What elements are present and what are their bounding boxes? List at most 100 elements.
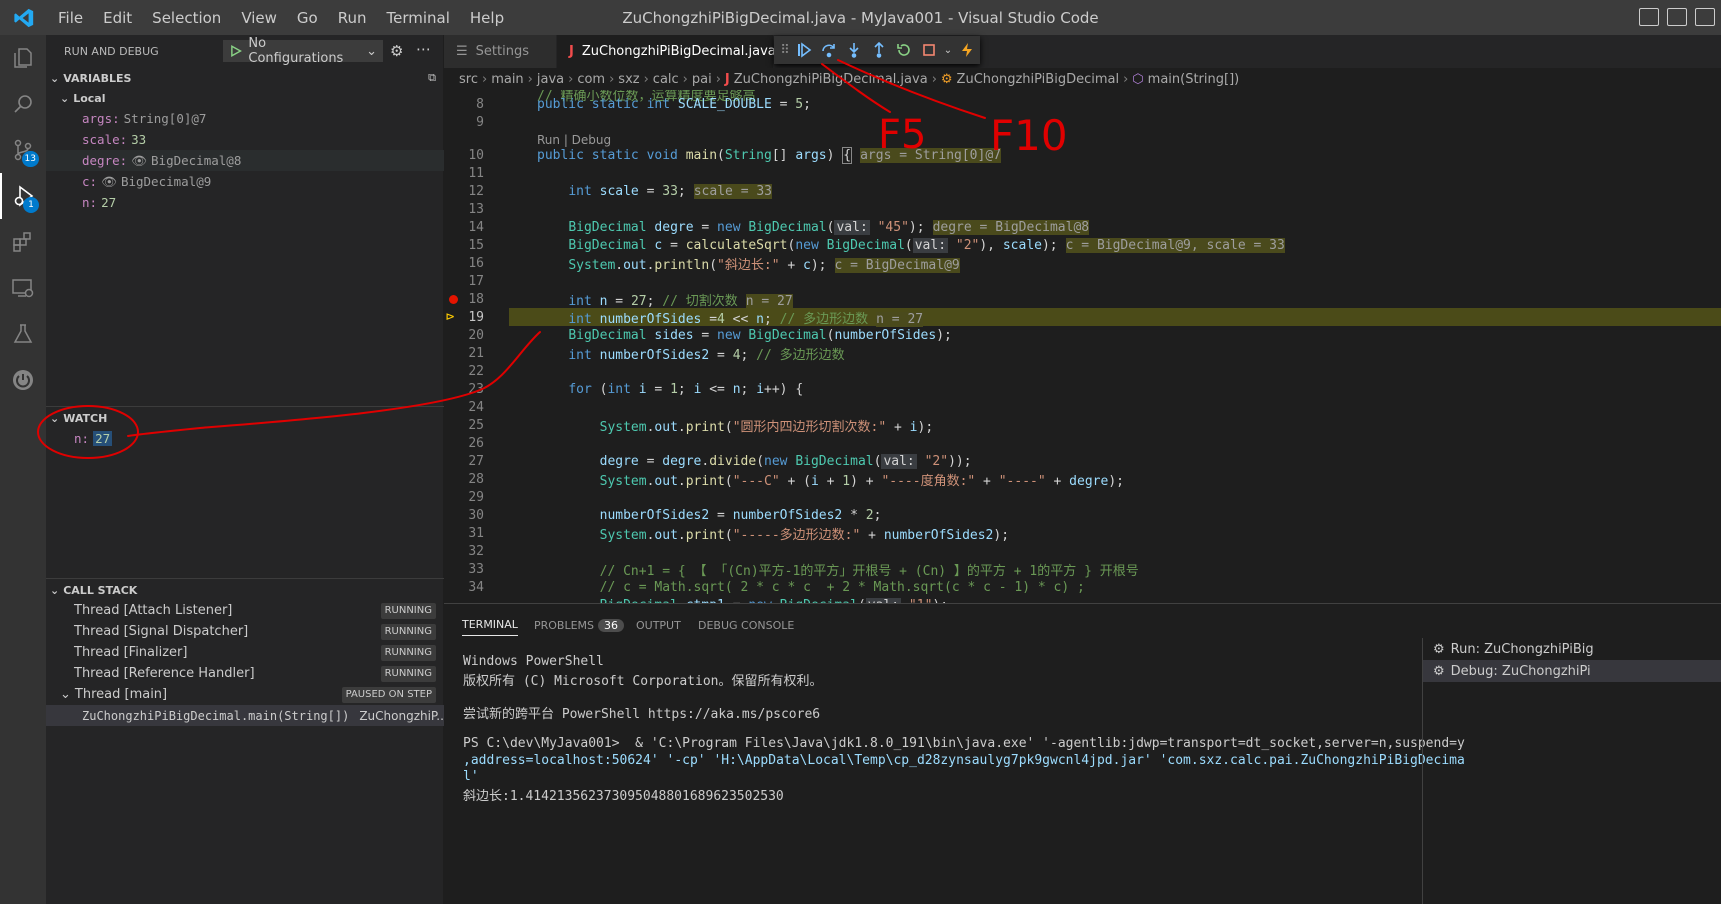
tab-terminal[interactable]: TERMINAL [462, 614, 518, 636]
line-number: 11 [468, 165, 484, 181]
code-line: 22 [444, 362, 1721, 380]
breadcrumb-item[interactable]: main(String[]) [1148, 72, 1240, 87]
toggle-sidebar-icon[interactable] [1639, 8, 1659, 26]
testing-icon[interactable] [0, 311, 46, 357]
toggle-panel-icon[interactable] [1667, 8, 1687, 26]
breadcrumb-item[interactable]: calc [653, 72, 679, 87]
stack-frame-row[interactable]: ZuChongzhiPiBigDecimal.main(String[]) Zu… [46, 705, 448, 726]
breadcrumb-separator-icon: › [527, 71, 533, 87]
watch-expression[interactable]: n: 27 [46, 428, 444, 449]
tab-debug-console[interactable]: DEBUG CONSOLE [698, 614, 794, 636]
breadcrumb-item[interactable]: sxz [618, 72, 639, 87]
variable-row[interactable]: degre: 👁 BigDecimal@8 [46, 150, 444, 171]
drag-handle-icon[interactable]: ⠿ [780, 39, 790, 61]
launch-config-select[interactable]: No Configurations ⌄ [223, 36, 383, 66]
thread-state-badge: RUNNING [380, 623, 436, 640]
breadcrumb-item[interactable]: main [491, 72, 523, 87]
menu-run[interactable]: Run [328, 9, 377, 27]
thread-state-badge: RUNNING [380, 602, 436, 619]
terminal-line: 尝试新的跨平台 PowerShell https://aka.ms/pscore… [463, 707, 821, 722]
bottom-panel: TERMINAL PROBLEMS 36 OUTPUT DEBUG CONSOLE… [444, 603, 1721, 904]
breadcrumb-item[interactable]: com [577, 72, 605, 87]
line-number: 25 [468, 417, 484, 433]
remote-explorer-icon[interactable] [0, 265, 46, 311]
breadcrumb-item[interactable]: ZuChongzhiPiBigDecimal [957, 72, 1120, 87]
line-number: 33 [468, 561, 484, 577]
thread-name: Thread [Reference Handler] [74, 666, 255, 681]
thread-row[interactable]: Thread [Finalizer] RUNNING [46, 642, 444, 663]
restart-icon[interactable] [893, 39, 915, 61]
source-control-icon[interactable]: 13 [0, 127, 46, 173]
start-debug-icon[interactable] [229, 44, 242, 58]
extensions-icon[interactable] [0, 219, 46, 265]
vscode-logo-icon [0, 7, 48, 29]
terminal-item-run[interactable]: ⚙ Run: ZuChongzhiPiBig [1423, 638, 1721, 660]
menu-view[interactable]: View [231, 9, 287, 27]
step-out-icon[interactable] [868, 39, 890, 61]
line-number: 19 [468, 309, 484, 325]
menu-terminal[interactable]: Terminal [377, 9, 460, 27]
breadcrumb-separator-icon: › [568, 71, 574, 87]
step-into-icon[interactable] [843, 39, 865, 61]
breadcrumb-item[interactable]: ZuChongzhiPiBigDecimal.java [734, 72, 928, 87]
thread-state-badge: RUNNING [380, 665, 436, 682]
tab-problems[interactable]: PROBLEMS 36 [534, 614, 625, 636]
local-scope[interactable]: ⌄ Local [46, 87, 444, 109]
variables-section-header[interactable]: ⌄ VARIABLES ⧉ [46, 67, 444, 89]
variable-row[interactable]: c: 👁 BigDecimal@9 [46, 171, 444, 192]
watch-value: 27 [93, 431, 113, 446]
menu-selection[interactable]: Selection [142, 9, 231, 27]
spring-boot-icon[interactable] [0, 357, 46, 403]
variable-row[interactable]: args: String[0]@7 [46, 108, 444, 129]
watch-section-header[interactable]: ⌄ WATCH [46, 407, 444, 429]
chevron-down-icon[interactable]: ⌄ [943, 39, 953, 61]
local-scope-label: Local [73, 91, 106, 105]
code-line: 27 degre = degre.divide(new BigDecimal(v… [444, 452, 1721, 470]
code-line: 30 numberOfSides2 = numberOfSides2 * 2; [444, 506, 1721, 524]
thread-row[interactable]: ⌄ Thread [main] PAUSED ON STEP [46, 684, 444, 705]
thread-row[interactable]: Thread [Attach Listener] RUNNING [46, 600, 444, 621]
breadcrumb-item[interactable]: pai [692, 72, 712, 87]
continue-icon[interactable] [793, 39, 815, 61]
search-icon[interactable] [0, 81, 46, 127]
variable-row[interactable]: n: 27 [46, 192, 444, 213]
settings-icon: ☰ [456, 44, 468, 59]
menu-help[interactable]: Help [460, 9, 514, 27]
tab-settings[interactable]: ☰ Settings [444, 35, 556, 68]
line-number: 18 [468, 291, 484, 307]
menu-edit[interactable]: Edit [93, 9, 142, 27]
thread-name: Thread [Attach Listener] [74, 603, 233, 618]
breadcrumb-item[interactable]: src [459, 72, 478, 87]
variable-row[interactable]: scale: 33 [46, 129, 444, 150]
explorer-icon[interactable] [0, 35, 46, 81]
code-text: System.out.print("---C" + (i + 1) + "---… [599, 473, 1124, 489]
tab-java-file[interactable]: J ZuChongzhiPiBigDecimal.java [557, 35, 776, 68]
run-debug-icon[interactable]: 1 [0, 173, 46, 219]
toggle-secondary-sidebar-icon[interactable] [1695, 8, 1715, 26]
menu-file[interactable]: File [48, 9, 93, 27]
terminal-item-debug[interactable]: ⚙ Debug: ZuChongzhiPi [1423, 660, 1721, 682]
variable-value: BigDecimal@8 [151, 153, 242, 168]
codelens-run-debug[interactable]: Run | Debug [537, 133, 611, 147]
variable-name: args: [82, 111, 120, 126]
callstack-section-header[interactable]: ⌄ CALL STACK [46, 579, 444, 601]
gear-icon[interactable]: ⚙ [390, 42, 403, 60]
stop-icon[interactable] [918, 39, 940, 61]
code-text: BigDecimal c = calculateSqrt(new BigDeci… [568, 237, 1285, 253]
more-actions-icon[interactable]: ⋯ [416, 40, 431, 58]
line-number: 13 [468, 201, 484, 217]
debug-toolbar: ⠿ ⌄ [774, 36, 980, 64]
collapse-all-icon[interactable]: ⧉ [428, 71, 436, 85]
thread-row[interactable]: Thread [Signal Dispatcher] RUNNING [46, 621, 444, 642]
menu-go[interactable]: Go [287, 9, 328, 27]
stack-frame-name: ZuChongzhiPiBigDecimal.main(String[]) [82, 708, 350, 723]
step-over-icon[interactable] [818, 39, 840, 61]
tab-output[interactable]: OUTPUT [636, 614, 681, 636]
code-line: BigDecimal ctmp1 = new BigDecimal(val: "… [444, 596, 1721, 603]
hot-code-replace-icon[interactable] [956, 39, 978, 61]
breadcrumb-item[interactable]: java [537, 72, 564, 87]
inline-value: args = String[0]@7 [860, 147, 1001, 163]
code-editor[interactable]: // 精确小数位数，运算精度要足够高 8 public static int SC… [444, 90, 1721, 603]
line-number: 23 [468, 381, 484, 397]
thread-row[interactable]: Thread [Reference Handler] RUNNING [46, 663, 444, 684]
